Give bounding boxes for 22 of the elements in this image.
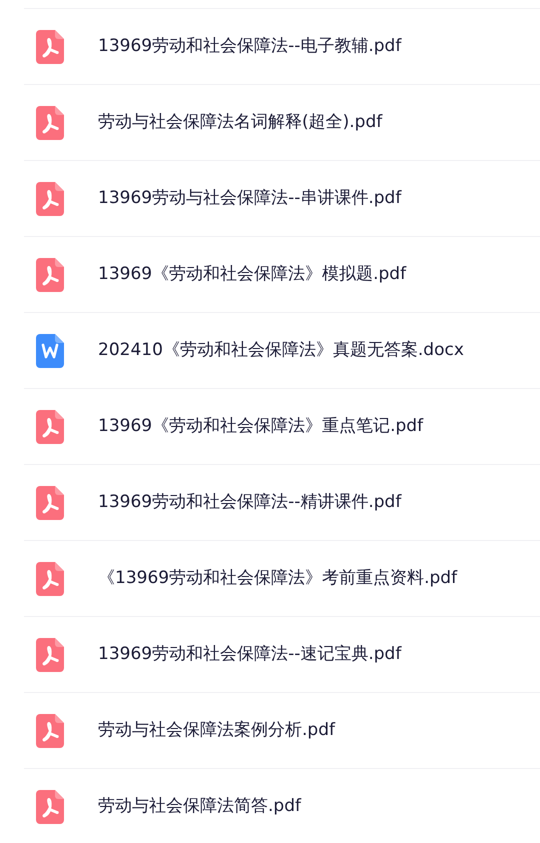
file-name[interactable]: 13969《劳动和社会保障法》模拟题.pdf [98,262,406,288]
word-file-icon [36,334,64,368]
file-name[interactable]: 13969劳动和社会保障法--电子教辅.pdf [98,34,402,60]
pdf-file-icon [36,638,64,672]
file-name[interactable]: 13969《劳动和社会保障法》重点笔记.pdf [98,414,424,440]
file-name[interactable]: 13969劳动和社会保障法--精讲课件.pdf [98,490,402,516]
file-name[interactable]: 202410《劳动和社会保障法》真题无答案.docx [98,338,464,364]
pdf-file-icon [36,182,64,216]
file-name[interactable]: 劳动与社会保障法案例分析.pdf [98,718,335,744]
file-name[interactable]: 《13969劳动和社会保障法》考前重点资料.pdf [98,566,458,592]
pdf-file-icon [36,486,64,520]
pdf-file-icon [36,30,64,64]
pdf-file-icon [36,410,64,444]
pdf-file-icon [36,790,64,824]
file-name[interactable]: 劳动与社会保障法名词解释(超全).pdf [98,110,382,136]
file-name[interactable]: 13969劳动和社会保障法--速记宝典.pdf [98,642,402,668]
file-name[interactable]: 13969劳动与社会保障法--串讲课件.pdf [98,186,402,212]
pdf-file-icon [36,714,64,748]
file-name[interactable]: 劳动与社会保障法简答.pdf [98,794,301,820]
pdf-file-icon [36,106,64,140]
pdf-file-icon [36,258,64,292]
pdf-file-icon [36,562,64,596]
